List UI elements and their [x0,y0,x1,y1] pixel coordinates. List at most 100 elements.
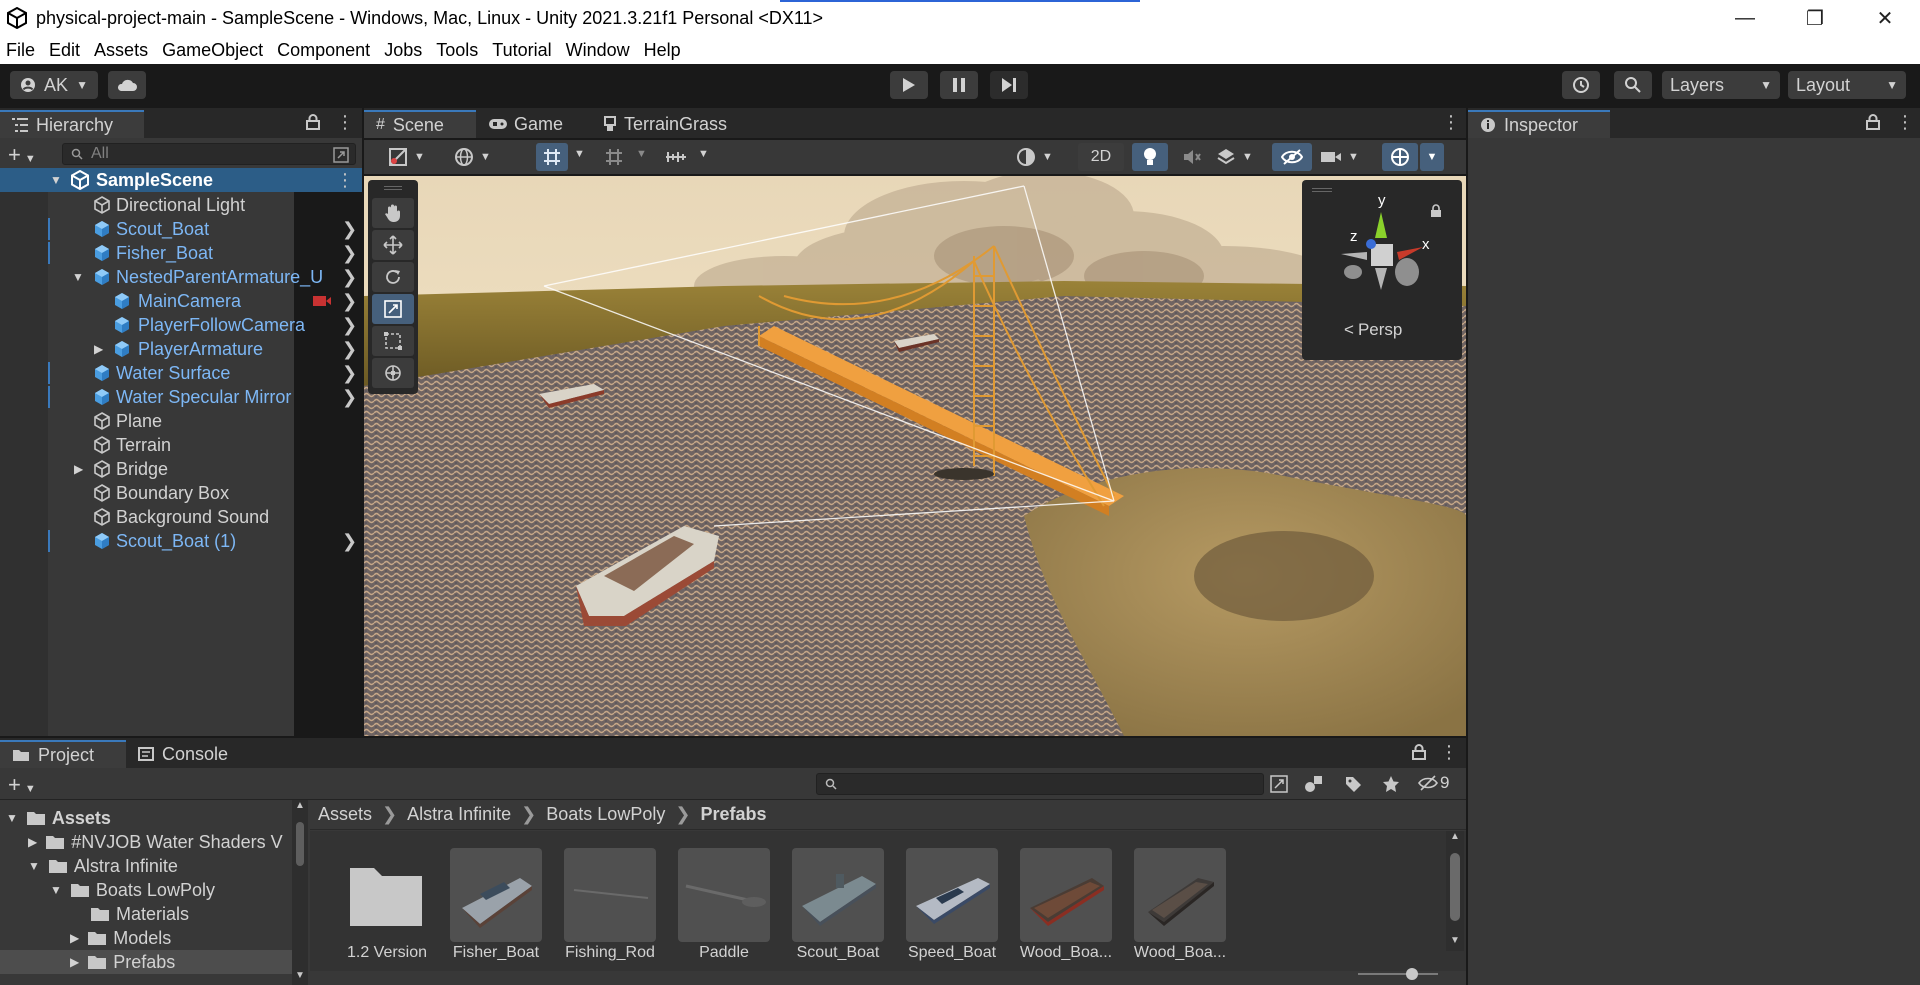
scene-viewport[interactable]: y x z < Persp [364,176,1466,736]
search-button[interactable] [1614,71,1652,99]
kebab-menu-icon[interactable]: ⋮ [1442,112,1460,133]
kebab-menu-icon[interactable]: ⋮ [1896,112,1914,133]
asset-prefab[interactable] [450,848,542,942]
hierarchy-item[interactable]: PlayerFollowCamera ❯ [0,313,362,337]
hierarchy-item[interactable]: MainCamera ❯ [0,289,362,313]
play-button[interactable] [890,71,928,99]
menu-tools[interactable]: Tools [436,40,478,61]
tree-item[interactable]: Materials [0,902,189,926]
hierarchy-item[interactable]: Terrain [0,433,362,457]
tree-item[interactable]: ▼ Boats LowPoly [0,878,215,902]
gizmos-toggle[interactable] [1382,143,1418,171]
asset-prefab[interactable] [564,848,656,942]
toggle-2d-button[interactable]: 2D [1078,143,1124,171]
hierarchy-item[interactable]: ▼ NestedParentArmature_U ❯ [0,265,362,289]
gizmos-dropdown[interactable]: ▼ [1420,143,1444,171]
menu-assets[interactable]: Assets [94,40,148,61]
chevron-right-icon[interactable]: ❯ [342,267,357,288]
scroll-down-icon[interactable]: ▼ [1450,935,1460,946]
hidden-packages-toggle[interactable]: 9 [1418,773,1449,793]
search-by-type-icon[interactable] [1270,775,1288,793]
hierarchy-item[interactable]: Scout_Boat ❯ [0,217,362,241]
scroll-thumb[interactable] [296,822,304,866]
hidden-objects-toggle[interactable] [1272,143,1312,171]
chevron-right-icon[interactable]: ❯ [342,291,357,312]
restore-icon[interactable]: ❐ [1780,0,1850,36]
chevron-right-icon[interactable]: ❯ [342,531,357,552]
hierarchy-item[interactable]: Directional Light [0,193,362,217]
menu-window[interactable]: Window [566,40,630,61]
expand-arrow-icon[interactable]: ▶ [74,462,83,476]
lighting-toggle[interactable] [1132,143,1168,171]
tab-project[interactable]: Project [0,740,126,768]
hierarchy-item[interactable]: ▶ Bridge [0,457,362,481]
asset-prefab[interactable] [1020,848,1112,942]
draw-mode-dropdown[interactable]: ▼ [388,144,436,170]
chevron-right-icon[interactable]: ❯ [342,243,357,264]
zoom-slider[interactable] [1358,968,1438,980]
tab-hierarchy[interactable]: Hierarchy [0,110,144,138]
tree-scrollbar[interactable]: ▲ ▼ [292,800,308,985]
scene-search-icon[interactable] [333,147,349,163]
kebab-menu-icon[interactable]: ⋮ [1440,742,1458,763]
minimize-icon[interactable]: — [1710,0,1780,36]
chevron-right-icon[interactable]: ❯ [342,363,357,384]
create-button[interactable]: + ▼ [8,772,36,798]
search-input[interactable]: All [62,143,356,165]
rect-tool[interactable] [372,326,414,356]
kebab-menu-icon[interactable]: ⋮ [336,112,354,133]
lock-icon[interactable] [1412,744,1426,760]
breadcrumb-item[interactable]: Assets [318,804,372,825]
close-icon[interactable]: ✕ [1850,0,1920,36]
hand-tool[interactable] [372,198,414,228]
tree-item[interactable]: ▼ Alstra Infinite [0,854,178,878]
scale-tool[interactable] [372,294,414,324]
chevron-right-icon[interactable]: ❯ [342,387,357,408]
menu-help[interactable]: Help [644,40,681,61]
chevron-right-icon[interactable]: ❯ [342,315,357,336]
breadcrumb-item[interactable]: Alstra Infinite [407,804,511,825]
pause-button[interactable] [940,71,978,99]
hierarchy-item[interactable]: Background Sound [0,505,362,529]
scroll-down-icon[interactable]: ▼ [295,970,305,981]
chevron-right-icon[interactable]: ❯ [342,339,357,360]
projection-toggle[interactable]: < Persp [1344,320,1402,340]
expand-arrow-icon[interactable]: ▼ [28,859,40,873]
render-mode-dropdown[interactable]: ▼ [454,144,502,170]
step-button[interactable] [990,71,1028,99]
tab-terraingrass[interactable]: TerrainGrass [590,110,750,138]
tree-item-selected[interactable]: ▶ Prefabs [0,950,292,974]
tree-item[interactable]: ▼ Assets [0,806,111,830]
effects-dropdown[interactable]: ▼ [1216,144,1266,170]
project-search-input[interactable] [816,773,1264,795]
shading-dropdown[interactable]: ▼ [1016,144,1066,170]
hierarchy-item[interactable]: Fisher_Boat ❯ [0,241,362,265]
expand-arrow-icon[interactable]: ▶ [94,342,103,356]
audio-toggle[interactable] [1174,143,1210,171]
hierarchy-item[interactable]: Water Specular Mirror ❯ [0,385,362,409]
history-button[interactable] [1562,71,1600,99]
lock-icon[interactable] [306,114,320,130]
menu-component[interactable]: Component [277,40,370,61]
expand-arrow-icon[interactable]: ▼ [50,883,62,897]
scroll-up-icon[interactable]: ▲ [295,800,305,811]
expand-arrow-icon[interactable]: ▶ [70,931,79,945]
asset-prefab[interactable] [1134,848,1226,942]
hierarchy-item[interactable]: Scout_Boat (1) ❯ [0,529,362,553]
expand-arrow-icon[interactable]: ▼ [50,173,62,187]
menu-edit[interactable]: Edit [49,40,80,61]
tree-item[interactable]: ▶ Models [0,926,171,950]
chevron-down-icon[interactable]: ▼ [698,148,709,160]
move-tool[interactable] [372,230,414,260]
add-button[interactable]: + ▼ [8,142,36,168]
breadcrumb-item-current[interactable]: Prefabs [700,804,766,825]
breadcrumb-item[interactable]: Boats LowPoly [546,804,665,825]
camera-dropdown[interactable]: ▼ [1320,144,1376,170]
grid-snap-toggle[interactable] [536,143,568,171]
orientation-gizmo[interactable]: y x z < Persp [1302,180,1462,360]
menu-file[interactable]: File [6,40,35,61]
tab-game[interactable]: Game [476,110,590,138]
chevron-down-icon[interactable]: ▼ [574,148,585,160]
hierarchy-item[interactable]: Boundary Box [0,481,362,505]
expand-arrow-icon[interactable]: ▼ [72,270,84,284]
